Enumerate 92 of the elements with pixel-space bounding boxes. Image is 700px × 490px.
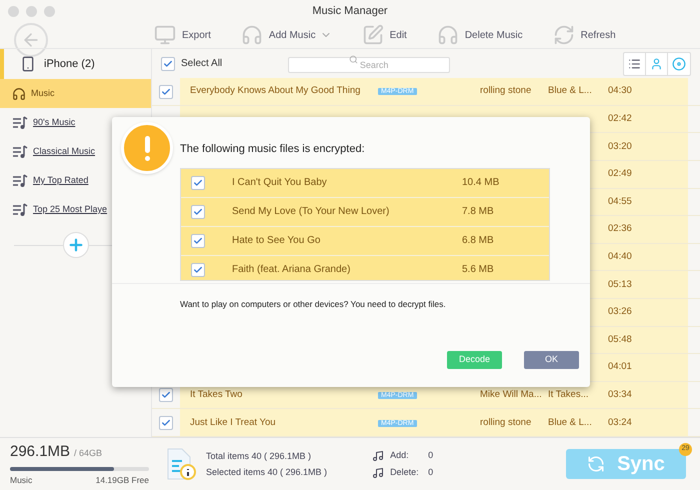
duration-cell-text: 02:36 (608, 222, 632, 236)
total-items: Total items 40 ( 296.1MB ) (206, 450, 312, 463)
duration-cell-text: 04:01 (608, 360, 632, 374)
checkbox[interactable] (191, 204, 205, 218)
song-title: It Takes Two (190, 388, 242, 400)
checkbox[interactable] (191, 176, 205, 190)
playlist-icon (12, 174, 28, 188)
file-name: I Can't Quit You Baby (232, 176, 328, 190)
phone-icon (20, 56, 36, 72)
ok-button[interactable]: OK (524, 351, 579, 369)
toolbar-button[interactable]: Export (154, 24, 211, 46)
duration-cell: 04:40 (608, 250, 632, 264)
checkbox[interactable] (159, 416, 173, 430)
toolbar-button[interactable]: Add Music (240, 24, 316, 46)
checkbox[interactable] (161, 56, 175, 71)
artist-cell-text: rolling stone (480, 84, 532, 98)
artist-cell-text: rolling stone (480, 416, 532, 430)
file-size: 7.8 MB (462, 205, 494, 219)
album-cell-text: Blue & L... (548, 84, 593, 98)
check-icon (193, 178, 203, 188)
check-icon (193, 264, 203, 274)
song-title: Just Like I Treat You (190, 416, 276, 428)
playlist-icon (12, 144, 28, 158)
checkbox[interactable] (191, 262, 205, 276)
dialog-message: The following music files is encrypted: (180, 142, 366, 157)
delete-label: Delete: (390, 466, 420, 479)
sync-icon (587, 455, 606, 473)
playlist-icon (12, 202, 28, 216)
music-delete-icon (372, 466, 384, 478)
check-icon (163, 58, 173, 69)
headphones-icon (12, 86, 26, 100)
album-cell-text: It Takes... (548, 388, 590, 402)
search-icon (349, 55, 358, 64)
toolbar-button[interactable]: Refresh (552, 24, 616, 46)
toolbar-button[interactable]: Delete Music (436, 24, 523, 46)
warning-icon (121, 122, 173, 174)
check-icon (193, 206, 203, 216)
free-space: 14.19GB Free (96, 474, 149, 487)
add-label: Add: (390, 449, 410, 462)
duration-cell: 03:24 (608, 416, 632, 430)
sidebar-item[interactable]: 90's Music (0, 108, 151, 137)
dialog-note: Want to play on computers or other devices? You need to decrypt files. (180, 298, 447, 311)
file-name: Faith (feat. Ariana Grande) (232, 263, 352, 277)
selected-items: Selected items 40 ( 296.1MB ) (206, 466, 328, 479)
sidebar-item[interactable]: My Top Rated (0, 166, 151, 195)
search-field[interactable]: Search (288, 56, 450, 73)
file-info-icon (166, 447, 196, 481)
capacity: / 64GB (74, 447, 102, 460)
headphones-icon (240, 24, 263, 46)
check-icon (161, 390, 171, 400)
check-icon (161, 418, 171, 428)
file-name: Hate to See You Go (232, 234, 322, 248)
checkbox[interactable] (159, 388, 173, 402)
artist-cell-text: Mike Will Ma... (480, 388, 543, 402)
plus-icon (66, 236, 84, 254)
select-all-label: Select All (181, 57, 222, 72)
delete-count: 0 (428, 466, 434, 479)
duration-cell: 05:13 (608, 278, 632, 292)
duration-cell: 03:26 (608, 305, 632, 320)
window-title: Music Manager (312, 4, 388, 19)
storage-category: Music (10, 474, 32, 487)
duration-cell: 02:49 (608, 167, 632, 182)
file-name: Send My Love (To Your New Lover) (232, 205, 390, 219)
duration-cell-text: 04:55 (608, 194, 632, 209)
file-size: 5.6 MB (462, 263, 494, 277)
toolbar-button[interactable]: Edit (362, 24, 407, 46)
refresh-icon (552, 24, 575, 46)
headphones-icon (436, 24, 459, 46)
duration-cell-text: 04:30 (608, 84, 632, 98)
used-storage: 296.1MB (10, 442, 70, 462)
add-playlist-button[interactable] (62, 232, 88, 258)
checkbox[interactable] (191, 234, 205, 248)
song-title: Everybody Knows About My Good Thing (190, 85, 360, 96)
checkbox[interactable] (159, 84, 173, 99)
playlist-icon (12, 116, 28, 130)
device-name: iPhone (2) (44, 56, 95, 72)
sidebar-item[interactable]: Classical Music (0, 137, 151, 166)
music-add-icon (372, 450, 384, 462)
sidebar-item[interactable]: Top 25 Most Playe (0, 195, 151, 224)
album-cell-text: Blue & L... (548, 416, 593, 430)
duration-cell-text: 03:34 (608, 388, 632, 402)
check-icon (161, 86, 171, 97)
duration-cell: 02:42 (608, 112, 632, 126)
duration-cell: 03:20 (608, 140, 632, 154)
edit-icon (362, 24, 384, 46)
monitor-icon (154, 24, 176, 46)
sidebar-item[interactable]: Music (0, 79, 151, 108)
check-icon (193, 236, 203, 246)
file-size: 10.4 MB (462, 176, 500, 190)
file-size: 6.8 MB (462, 234, 494, 248)
add-count: 0 (428, 449, 434, 462)
duration-cell-text: 05:48 (608, 332, 632, 347)
